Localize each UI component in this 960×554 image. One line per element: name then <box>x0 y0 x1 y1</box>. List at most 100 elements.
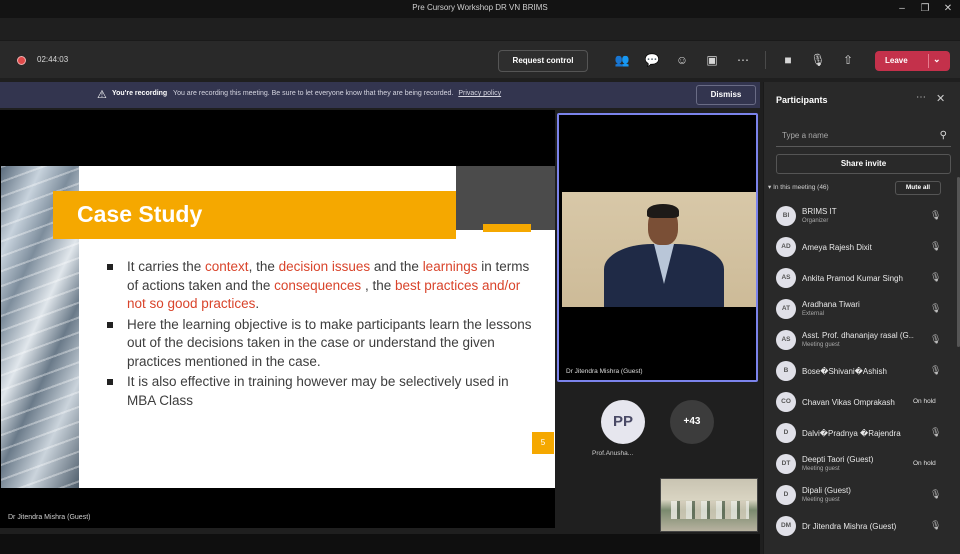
participant-role: Organizer <box>802 218 829 224</box>
speaker-name: Dr Jitendra Mishra (Guest) <box>566 368 643 375</box>
bottom-strip <box>0 534 760 554</box>
mic-off-icon[interactable]: 🎙 <box>930 427 941 438</box>
shared-screen-stage: Case Study It carries the context, the d… <box>0 110 555 528</box>
mic-off-icon[interactable]: 🎙 <box>930 210 941 221</box>
participant-row[interactable]: D Dalvi�Pradnya �Rajendra 🎙 <box>774 419 952 450</box>
mute-all-button[interactable]: Mute all <box>895 181 941 195</box>
avatar: B <box>776 361 796 381</box>
participant-name: Dalvi�Pradnya �Rajendra <box>802 429 901 438</box>
avatar: AD <box>776 237 796 257</box>
participants-icon[interactable]: 👥 <box>613 51 631 69</box>
participant-role: Meeting guest <box>802 342 840 348</box>
slide-grey-band <box>456 166 555 230</box>
avatar: BI <box>776 206 796 226</box>
slide-title: Case Study <box>77 201 203 227</box>
breakout-rooms-icon[interactable]: ▣ <box>703 51 721 69</box>
close-icon[interactable]: ✕ <box>941 2 955 16</box>
speaker-video-feed <box>562 192 756 307</box>
participant-row[interactable]: AS Ankita Pramod Kumar Singh 🎙 <box>774 264 952 295</box>
slide-page-number: 5 <box>532 432 554 454</box>
mic-off-icon[interactable]: 🎙 <box>930 334 941 345</box>
participant-row[interactable]: DT Deepti Taori (Guest) Meeting guest On ho… <box>774 450 952 481</box>
avatar: AT <box>776 299 796 319</box>
participant-name: Ankita Pramod Kumar Singh <box>802 274 903 283</box>
bullet-text: . <box>255 296 260 311</box>
more-options-icon[interactable]: ⋯ <box>916 92 926 103</box>
avatar: CO <box>776 392 796 412</box>
in-meeting-section-header[interactable]: ▾ In this meeting (46) <box>768 183 829 191</box>
bullet-highlight: decision issues <box>278 259 371 274</box>
participant-row[interactable]: D Dipali (Guest) Meeting guest 🎙 <box>774 481 952 512</box>
participant-row[interactable]: AS Asst. Prof. dhananjay rasal (G... Meeti… <box>774 326 952 357</box>
share-screen-icon[interactable]: ⇧ <box>839 51 857 69</box>
toolbar-divider <box>765 51 766 69</box>
participant-row[interactable]: DM Dr Jitendra Mishra (Guest) 🎙 <box>774 512 952 543</box>
participant-row[interactable]: CO Chavan Vikas Omprakash On hold <box>774 388 952 419</box>
mic-off-icon[interactable]: 🎙 <box>930 241 941 252</box>
chevron-down-icon[interactable]: ⌄ <box>933 54 941 65</box>
search-icon[interactable]: ⚲ <box>940 130 947 141</box>
bullet-text: It carries the <box>127 259 206 274</box>
avatar-name: Prof.Anusha... <box>592 450 634 457</box>
camera-icon[interactable]: ■ <box>779 51 797 69</box>
speaker-video-tile[interactable]: Dr Jitendra Mishra (Guest) <box>557 113 758 382</box>
mic-off-icon[interactable]: 🎙 <box>930 272 941 283</box>
participant-status: On hold <box>913 398 936 405</box>
participant-name: Deepti Taori (Guest) <box>802 455 874 464</box>
dismiss-button[interactable]: Dismiss <box>696 85 756 105</box>
participant-row[interactable]: AD Ameya Rajesh Dixit 🎙 <box>774 233 952 264</box>
leave-button[interactable]: Leave ⌄ <box>875 51 950 71</box>
participant-row[interactable]: BI BRIMS IT Organizer 🎙 <box>774 202 952 233</box>
recording-heading: You're recording <box>112 90 168 97</box>
privacy-policy-link[interactable]: Privacy policy <box>458 90 501 97</box>
participant-role: Meeting guest <box>802 497 840 503</box>
reactions-icon[interactable]: ☺ <box>673 51 691 69</box>
bullet-text: , the <box>361 277 395 293</box>
participant-row[interactable]: B Bose�Shivani�Ashish 🎙 <box>774 357 952 388</box>
participant-role: External <box>802 311 825 317</box>
participants-pane: Participants ⋯ ✕ ⚲ Share invite ▾ In thi… <box>763 82 960 554</box>
room-camera-thumbnail[interactable] <box>660 478 758 532</box>
recording-indicator-icon <box>17 56 26 65</box>
share-invite-button[interactable]: Share invite <box>776 154 951 174</box>
teams-meeting-window: Pre Cursory Workshop DR VN BRIMS – ❐ ✕ 0… <box>0 0 960 554</box>
mic-off-icon[interactable]: 🎙 <box>930 489 941 500</box>
minimize-icon[interactable]: – <box>895 2 909 16</box>
bullet-text: and the <box>370 259 423 274</box>
warning-icon: ⚠ <box>97 89 107 101</box>
in-meeting-count: In this meeting (46) <box>773 184 829 191</box>
leave-divider <box>928 54 929 68</box>
close-pane-icon[interactable]: ✕ <box>936 92 945 105</box>
more-participants-button[interactable]: +43 <box>670 400 714 444</box>
participant-name: Dipali (Guest) <box>802 486 851 495</box>
participant-row[interactable]: AT Aradhana Tiwari External 🎙 <box>774 295 952 326</box>
bullet-text: , the <box>248 259 279 274</box>
bullet-highlight: learnings <box>422 259 478 274</box>
slide-bullet-2: Here the learning objective is to make p… <box>107 316 537 372</box>
mic-off-icon[interactable]: 🎙 <box>930 365 941 376</box>
avatar[interactable]: PP <box>601 400 645 444</box>
recording-banner: ⚠ You're recording You are recording thi… <box>0 82 760 108</box>
recording-message: You are recording this meeting. Be sure … <box>173 90 454 97</box>
participants-title: Participants <box>776 95 828 105</box>
participant-name: Dr Jitendra Mishra (Guest) <box>802 522 897 531</box>
chat-icon[interactable]: 💬 <box>643 51 661 69</box>
participant-name: Aradhana Tiwari <box>802 300 860 309</box>
avatar: AS <box>776 268 796 288</box>
slide-title-bar: Case Study <box>53 191 456 239</box>
more-actions-icon[interactable]: ⋯ <box>734 51 752 69</box>
meeting-timer: 02:44:03 <box>37 55 69 64</box>
participant-search-input[interactable] <box>782 131 922 140</box>
participant-search[interactable]: ⚲ <box>776 127 951 147</box>
avatar: D <box>776 423 796 443</box>
mic-off-icon[interactable]: 🎙 <box>809 51 827 69</box>
leave-label: Leave <box>885 56 908 65</box>
participant-status: On hold <box>913 460 936 467</box>
mic-off-icon[interactable]: 🎙 <box>930 303 941 314</box>
speaker-figure <box>647 204 679 218</box>
meeting-toolbar: 02:44:03 Request control 👥 💬 ☺ ▣ ⋯ ■ 🎙 ⇧… <box>0 40 960 78</box>
request-control-button[interactable]: Request control <box>498 50 588 72</box>
restore-icon[interactable]: ❐ <box>918 2 932 16</box>
mic-off-icon[interactable]: 🎙 <box>930 520 941 531</box>
participant-list: BI BRIMS IT Organizer 🎙 AD Ameya Rajesh Dixit… <box>774 202 952 543</box>
